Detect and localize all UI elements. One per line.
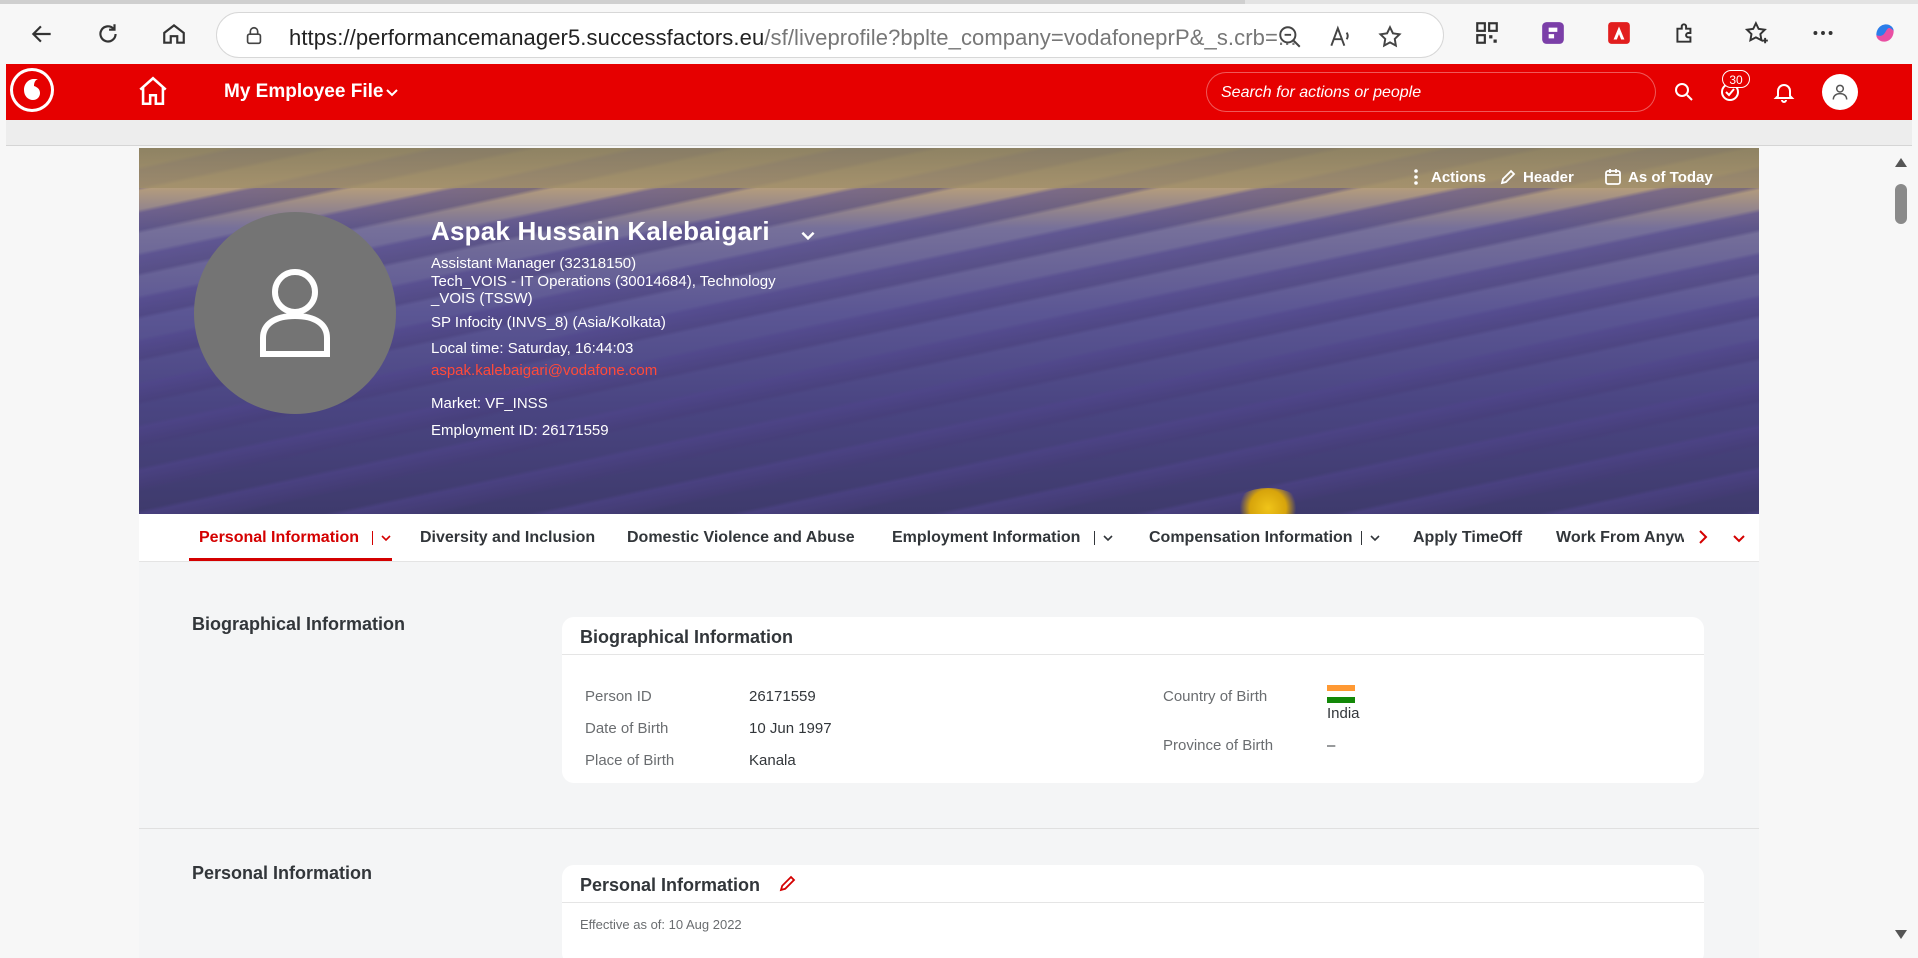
home-icon[interactable] bbox=[136, 74, 170, 108]
notification-count-badge: 30 bbox=[1722, 70, 1750, 88]
adobe-acrobat-icon[interactable] bbox=[1606, 20, 1632, 46]
tab-separator bbox=[1361, 531, 1362, 545]
tab-separator bbox=[1094, 531, 1095, 545]
local-time-text: Local time: Saturday, 16:44:03 bbox=[431, 340, 634, 357]
field-value-place-of-birth: Kanala bbox=[749, 752, 796, 769]
scroll-down-arrow-icon[interactable] bbox=[1895, 930, 1907, 939]
extension-purple-icon[interactable] bbox=[1540, 20, 1566, 46]
refresh-icon[interactable] bbox=[90, 16, 126, 52]
employment-id-text: Employment ID: 26171559 bbox=[431, 422, 609, 439]
more-vertical-icon bbox=[1414, 169, 1418, 185]
lock-icon[interactable] bbox=[243, 25, 265, 47]
field-label-date-of-birth: Date of Birth bbox=[585, 720, 669, 737]
favorites-bar-icon[interactable] bbox=[1744, 20, 1770, 46]
field-label-person-id: Person ID bbox=[585, 688, 652, 705]
personal-information-section: Personal Information Personal Informatio… bbox=[139, 829, 1759, 958]
qr-code-icon[interactable] bbox=[1474, 20, 1500, 46]
extensions-puzzle-icon[interactable] bbox=[1672, 20, 1698, 46]
tab-domestic-violence-and-abuse[interactable]: Domestic Violence and Abuse bbox=[627, 514, 855, 562]
tab-employment-information[interactable]: Employment Information bbox=[892, 514, 1080, 562]
chevron-down-icon[interactable] bbox=[1369, 532, 1381, 544]
card-header: Biographical Information bbox=[562, 617, 1704, 655]
chevron-down-icon[interactable] bbox=[1731, 530, 1747, 546]
url-text[interactable]: https://performancemanager5.successfacto… bbox=[289, 25, 1297, 51]
search-box[interactable] bbox=[1206, 72, 1656, 112]
field-label-place-of-birth: Place of Birth bbox=[585, 752, 675, 769]
vodafone-logo[interactable] bbox=[10, 68, 54, 112]
biographical-section: Biographical Information Biographical In… bbox=[139, 562, 1759, 828]
calendar-icon bbox=[1605, 169, 1621, 185]
browser-tab-strip bbox=[0, 0, 1918, 4]
profile-header-banner: Actions Header As of Today Aspak Hussain… bbox=[139, 148, 1759, 514]
section-tabs: Personal Information Diversity and Inclu… bbox=[139, 514, 1759, 562]
edit-pencil-icon[interactable] bbox=[778, 873, 798, 893]
section-title-personal-information: Personal Information bbox=[192, 863, 373, 883]
home-icon[interactable] bbox=[156, 16, 192, 52]
field-label-province-of-birth: Province of Birth bbox=[1163, 737, 1274, 754]
card-title-personal-information: Personal Information bbox=[580, 875, 761, 895]
email-link[interactable]: aspak.kalebaigari@vodafone.com bbox=[431, 362, 657, 380]
pencil-icon bbox=[1500, 169, 1516, 185]
market-text: Market: VF_INSS bbox=[431, 395, 548, 412]
biographical-card: Biographical Information Person ID 26171… bbox=[562, 617, 1704, 783]
header-edit-button[interactable]: Header bbox=[1499, 168, 1574, 186]
department-text-line2: _VOIS (TSSW) bbox=[431, 290, 533, 307]
location-text: SP Infocity (INVS_8) (Asia/Kolkata) bbox=[431, 314, 666, 331]
field-value-country-of-birth: India bbox=[1327, 705, 1360, 722]
address-bar[interactable]: https://performancemanager5.successfacto… bbox=[216, 12, 1444, 58]
actions-button[interactable]: Actions bbox=[1407, 168, 1486, 186]
app-title-menu[interactable]: My Employee File bbox=[224, 81, 383, 103]
search-input[interactable] bbox=[1221, 81, 1641, 105]
tab-compensation-information[interactable]: Compensation Information bbox=[1149, 514, 1353, 562]
as-of-label: As of Today bbox=[1628, 168, 1713, 186]
actions-label: Actions bbox=[1431, 168, 1487, 186]
header-label: Header bbox=[1523, 168, 1574, 186]
tab-work-from-anywhere[interactable]: Work From Anyw bbox=[1556, 514, 1684, 562]
card-title-biographical: Biographical Information bbox=[580, 627, 794, 647]
tab-personal-information[interactable]: Personal Information bbox=[199, 514, 359, 562]
position-text: Assistant Manager (32318150) bbox=[431, 255, 637, 272]
copilot-icon[interactable] bbox=[1872, 20, 1898, 46]
profile-photo-placeholder[interactable] bbox=[194, 212, 396, 414]
chevron-down-icon[interactable] bbox=[384, 84, 400, 100]
employee-name[interactable]: Aspak Hussain Kalebaigari bbox=[431, 216, 770, 247]
field-value-province-of-birth: – bbox=[1327, 737, 1336, 754]
chevron-down-icon[interactable] bbox=[799, 226, 817, 244]
favorite-star-icon[interactable] bbox=[1377, 24, 1403, 50]
subheader-bar bbox=[6, 120, 1912, 146]
scroll-thumb[interactable] bbox=[1895, 184, 1907, 224]
card-header: Personal Information bbox=[562, 865, 1704, 903]
tab-apply-timeoff[interactable]: Apply TimeOff bbox=[1413, 514, 1522, 562]
user-avatar-icon[interactable] bbox=[1822, 74, 1858, 110]
chevron-down-icon[interactable] bbox=[380, 532, 392, 544]
field-value-date-of-birth: 10 Jun 1997 bbox=[749, 720, 832, 737]
section-title-biographical: Biographical Information bbox=[192, 614, 406, 634]
banner-sunflower bbox=[1233, 488, 1303, 514]
page-scrollbar[interactable] bbox=[1890, 148, 1912, 958]
effective-date-text: Effective as of: 10 Aug 2022 bbox=[580, 917, 742, 932]
department-text-line1: Tech_VOIS - IT Operations (30014684), Te… bbox=[431, 273, 776, 290]
employee-file-content: Actions Header As of Today Aspak Hussain… bbox=[139, 148, 1759, 958]
back-icon[interactable] bbox=[24, 16, 60, 52]
personal-information-card: Personal Information Effective as of: 10… bbox=[562, 865, 1704, 958]
tab-separator bbox=[372, 531, 373, 545]
scroll-up-arrow-icon[interactable] bbox=[1895, 158, 1907, 167]
active-tab-indicator bbox=[189, 558, 392, 561]
field-value-person-id: 26171559 bbox=[749, 688, 816, 705]
bell-icon[interactable] bbox=[1772, 80, 1796, 104]
as-of-today-button[interactable]: As of Today bbox=[1604, 168, 1713, 186]
read-aloud-icon[interactable] bbox=[1327, 24, 1353, 50]
tab-diversity-and-inclusion[interactable]: Diversity and Inclusion bbox=[420, 514, 595, 562]
zoom-out-icon[interactable] bbox=[1277, 24, 1303, 50]
app-header: My Employee File 30 bbox=[6, 64, 1912, 120]
chevron-right-icon[interactable] bbox=[1694, 528, 1712, 546]
person-silhouette-icon bbox=[260, 269, 330, 357]
more-menu-icon[interactable] bbox=[1810, 20, 1836, 46]
browser-toolbar: https://performancemanager5.successfacto… bbox=[0, 0, 1918, 64]
field-label-country-of-birth: Country of Birth bbox=[1163, 688, 1268, 705]
chevron-down-icon[interactable] bbox=[1102, 532, 1114, 544]
india-flag-icon bbox=[1327, 685, 1355, 703]
search-icon[interactable] bbox=[1672, 80, 1696, 104]
